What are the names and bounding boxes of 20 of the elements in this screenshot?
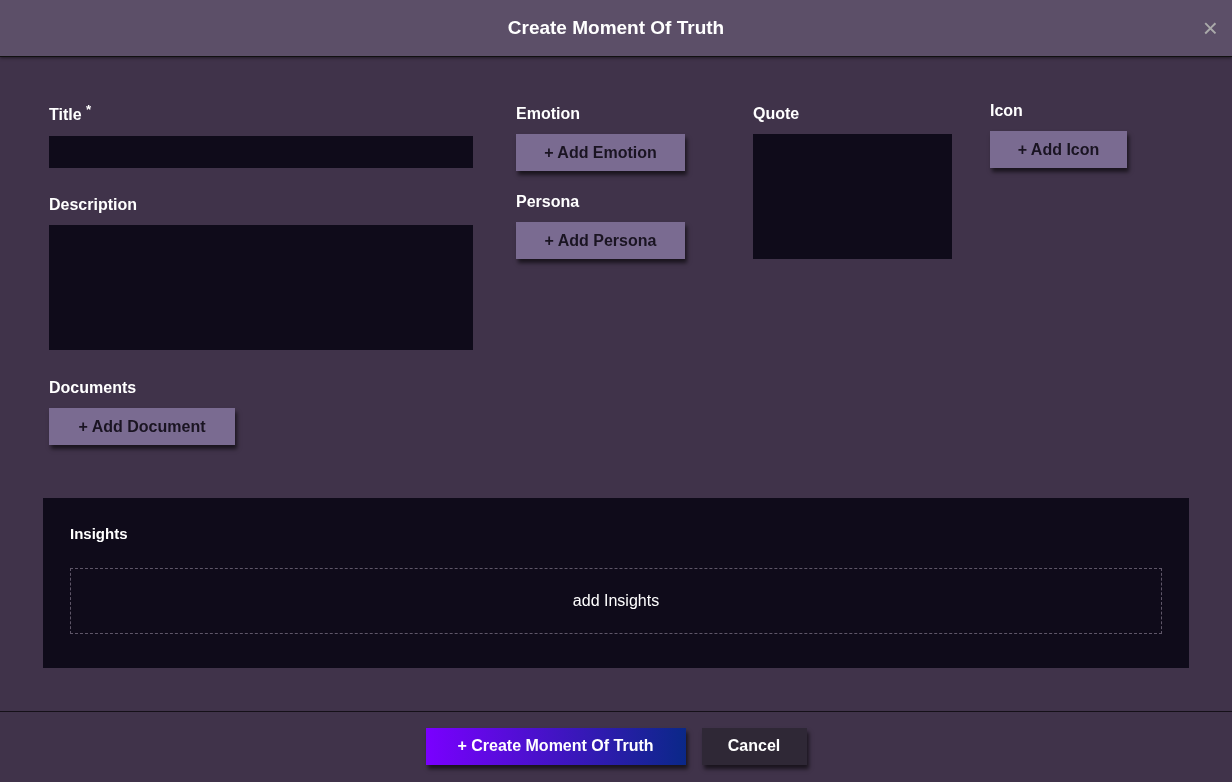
field-label: Emotion xyxy=(516,105,580,123)
description-input[interactable] xyxy=(49,225,473,351)
add-icon-button[interactable]: + Add Icon xyxy=(990,131,1127,168)
field-label: Icon xyxy=(990,102,1023,120)
add-insights-area[interactable]: add Insights xyxy=(70,568,1162,634)
create-button[interactable]: + Create Moment Of Truth xyxy=(425,727,686,765)
insights-label: Insights xyxy=(70,525,128,542)
quote-input[interactable] xyxy=(753,134,952,259)
add-persona-button[interactable]: + Add Persona xyxy=(516,222,685,259)
add-document-button[interactable]: + Add Document xyxy=(49,408,235,446)
title-input[interactable] xyxy=(49,136,473,169)
cancel-button[interactable]: Cancel xyxy=(701,727,807,765)
field-label: Quote xyxy=(753,105,800,123)
close-button[interactable]: × xyxy=(1202,15,1218,41)
field-label: Documents xyxy=(49,379,137,398)
add-emotion-button[interactable]: + Add Emotion xyxy=(516,134,685,171)
dialog-title: Create Moment Of Truth xyxy=(507,17,725,39)
field-label: Title $^{*}$ xyxy=(49,102,92,125)
field-label: Description xyxy=(49,196,137,215)
field-label: Persona xyxy=(516,193,580,211)
